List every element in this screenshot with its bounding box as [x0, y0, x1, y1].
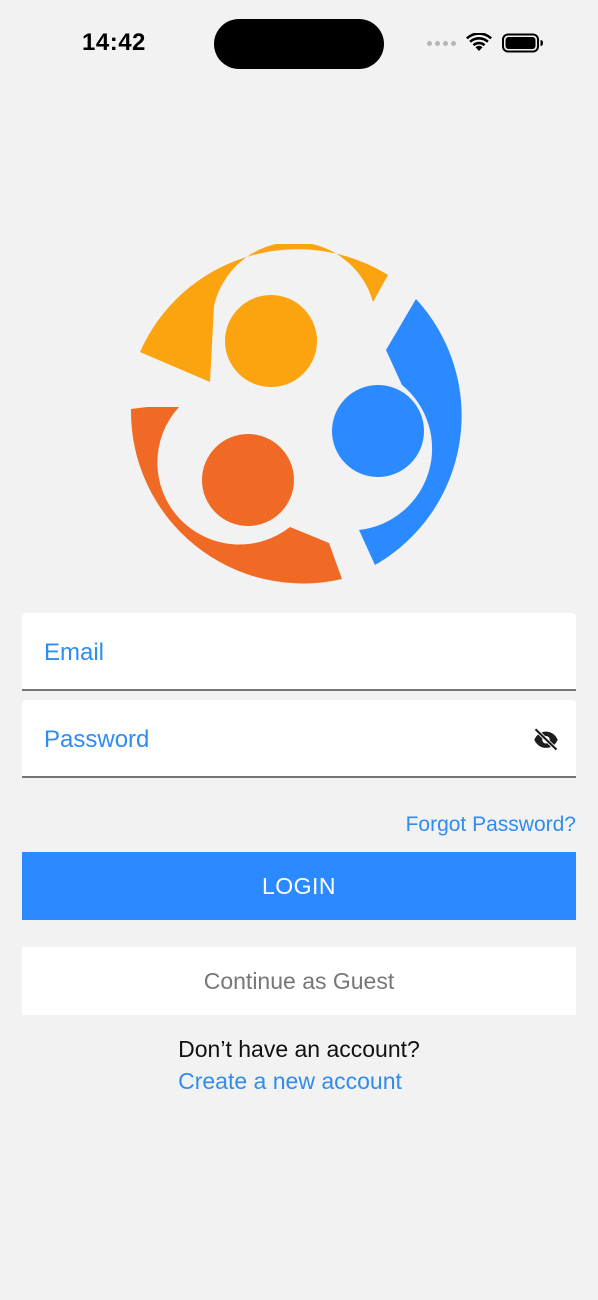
login-button[interactable]: LOGIN	[22, 852, 576, 920]
email-field[interactable]: Email	[22, 613, 576, 691]
status-time: 14:42	[82, 29, 146, 56]
continue-as-guest-button[interactable]: Continue as Guest	[22, 947, 576, 1015]
logo-red-head	[202, 434, 294, 526]
status-icons	[427, 33, 544, 53]
create-account-link[interactable]: Create a new account	[0, 1068, 580, 1095]
wifi-icon	[466, 33, 492, 51]
password-field[interactable]: Password	[22, 700, 576, 778]
signup-prompt: Don’t have an account?	[178, 1036, 420, 1062]
eye-off-icon[interactable]	[532, 724, 560, 752]
community-logo	[130, 244, 462, 584]
email-field-label: Email	[44, 639, 105, 666]
password-field-label: Password	[44, 726, 150, 753]
logo-blue-head	[332, 385, 424, 477]
status-bar: 14:42	[0, 0, 598, 90]
logo-orange-head	[225, 295, 317, 387]
signal-dots-icon	[427, 40, 456, 46]
forgot-password-link[interactable]: Forgot Password?	[406, 813, 576, 837]
battery-icon	[502, 33, 543, 53]
dynamic-island	[214, 19, 384, 69]
